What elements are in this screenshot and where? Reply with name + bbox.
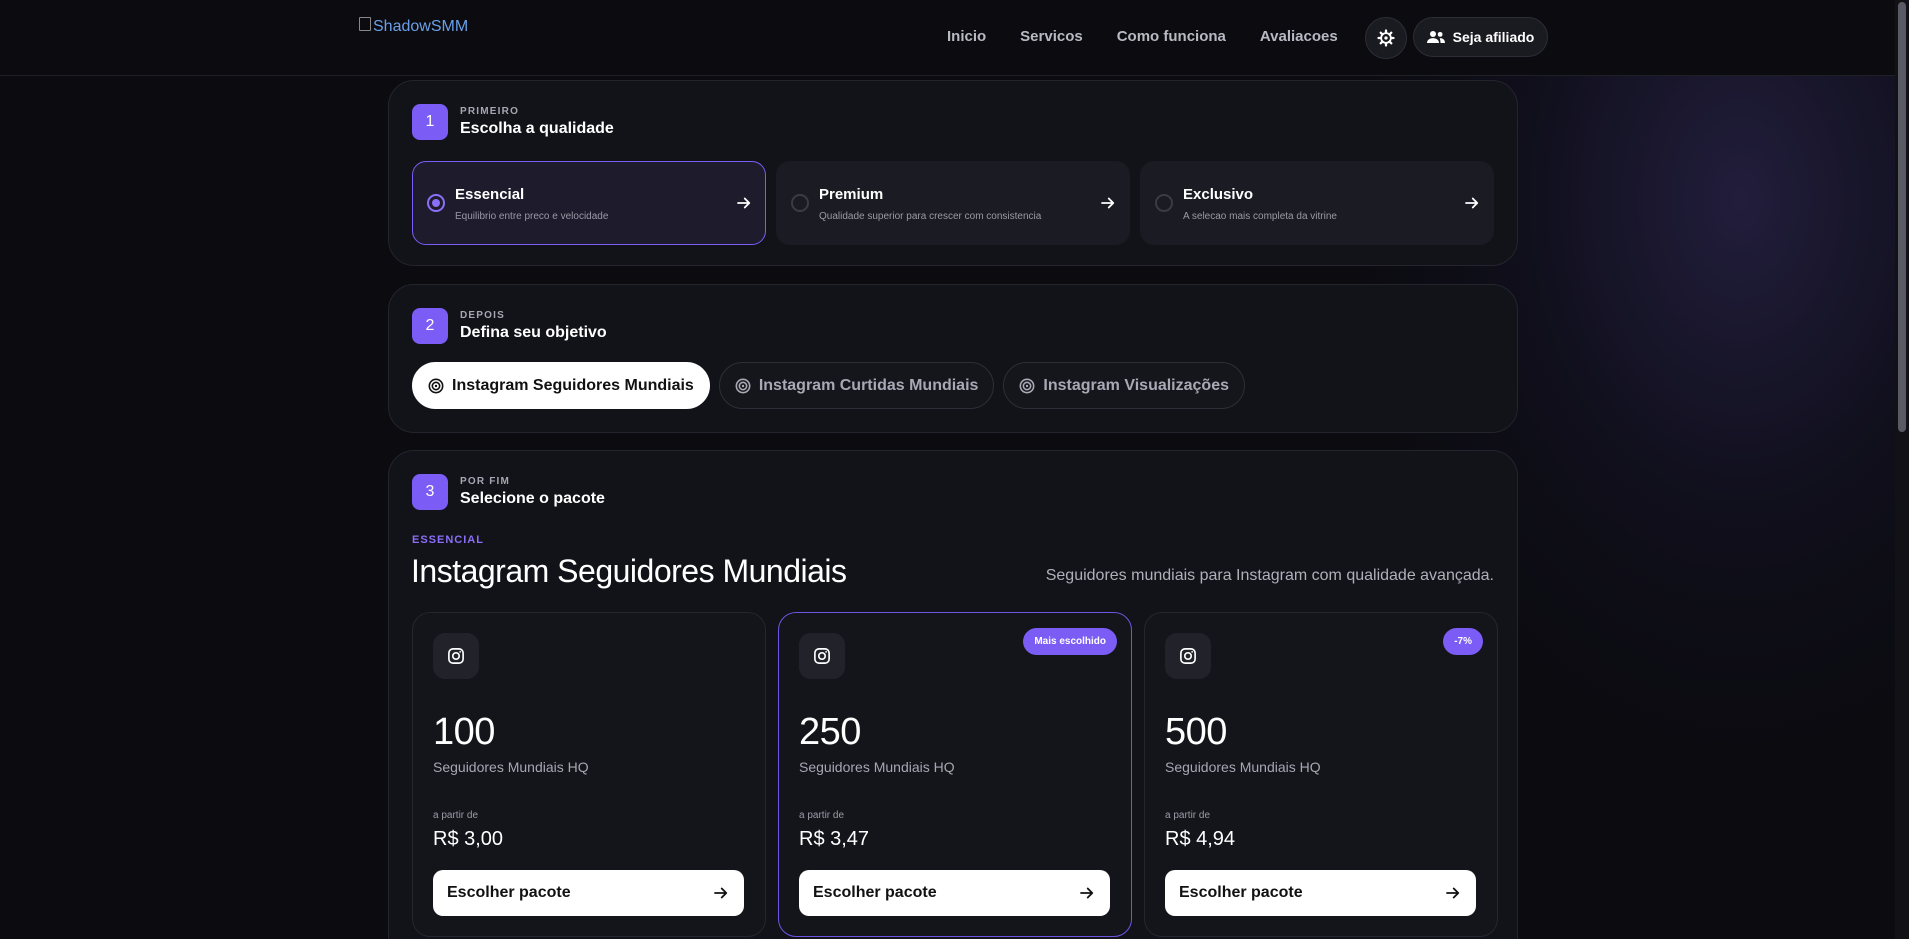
logo[interactable]: ShadowSMM (359, 17, 469, 36)
step-header: 1 PRIMEIRO Escolha a qualidade (412, 104, 614, 140)
arrow-right-icon (714, 887, 728, 899)
nav-link-servicos[interactable]: Servicos (1020, 28, 1083, 45)
page-scrollbar[interactable] (1895, 0, 1909, 939)
target-icon (735, 378, 751, 393)
package-price: R$ 3,47 (799, 828, 870, 850)
quality-tag: ESSENCIAL (412, 534, 484, 546)
gear-icon (1377, 29, 1395, 47)
choose-package-button[interactable]: Escolher pacote (1165, 870, 1476, 916)
quality-desc: Qualidade superior para crescer com cons… (819, 211, 1042, 222)
arrow-right-icon (1101, 197, 1115, 209)
scrollbar-thumb[interactable] (1898, 2, 1906, 432)
package-price: R$ 3,00 (433, 828, 504, 850)
radio-icon (791, 194, 809, 212)
popular-badge: Mais escolhido (1023, 628, 1117, 655)
instagram-icon (433, 633, 479, 679)
quality-desc: A selecao mais completa da vitrine (1183, 211, 1337, 222)
package-quantity: 100 (433, 711, 495, 753)
objective-label: Instagram Curtidas Mundiais (758, 376, 979, 394)
price-prefix: a partir de (799, 810, 845, 821)
objective-label: Instagram Seguidores Mundiais (452, 376, 694, 394)
price-prefix: a partir de (433, 810, 479, 821)
main-nav: Inicio Servicos Como funciona Avaliacoes (947, 28, 1338, 45)
step-header: 2 DEPOIS Defina seu objetivo (412, 308, 607, 344)
price-prefix: a partir de (1165, 810, 1211, 821)
package-price: R$ 4,94 (1165, 828, 1236, 850)
choose-package-button[interactable]: Escolher pacote (433, 870, 744, 916)
step-number: 1 (412, 104, 448, 140)
step-quality-card: 1 PRIMEIRO Escolha a qualidade Essencial… (388, 80, 1518, 266)
nav-link-avaliacoes[interactable]: Avaliacoes (1260, 28, 1338, 45)
quality-option-exclusivo[interactable]: Exclusivo A selecao mais completa da vit… (1140, 161, 1494, 245)
package-label: Seguidores Mundiais HQ (1165, 759, 1321, 775)
nav-link-como-funciona[interactable]: Como funciona (1117, 28, 1226, 45)
objective-seguidores[interactable]: Instagram Seguidores Mundiais (412, 362, 710, 409)
step-number: 2 (412, 308, 448, 344)
target-icon (428, 378, 444, 393)
radio-selected-icon (427, 194, 445, 212)
choose-package-button[interactable]: Escolher pacote (799, 870, 1110, 916)
step-package-card: 3 POR FIM Selecione o pacote ESSENCIAL I… (388, 450, 1518, 939)
quality-options: Essencial Equilibrio entre preco e veloc… (412, 161, 1494, 245)
objective-label: Instagram Visualizações (1043, 376, 1229, 394)
step-title: Selecione o pacote (460, 490, 605, 507)
affiliate-label: Seja afiliado (1452, 29, 1535, 45)
step-kicker: POR FIM (460, 476, 511, 487)
quality-option-premium[interactable]: Premium Qualidade superior para crescer … (776, 161, 1130, 245)
top-header: ShadowSMM Inicio Servicos Como funciona … (0, 0, 1895, 76)
objective-curtidas[interactable]: Instagram Curtidas Mundiais (718, 362, 995, 409)
quality-desc: Equilibrio entre preco e velocidade (455, 211, 609, 222)
target-icon (1019, 378, 1035, 393)
package-quantity: 250 (799, 711, 861, 753)
quality-option-essencial[interactable]: Essencial Equilibrio entre preco e veloc… (412, 161, 766, 245)
arrow-right-icon (1446, 887, 1460, 899)
objective-options: Instagram Seguidores Mundiais Instagram … (412, 362, 1245, 409)
radio-icon (1155, 194, 1173, 212)
button-label: Escolher pacote (1179, 884, 1303, 901)
quality-name: Premium (819, 186, 884, 203)
package-card-100: 100 Seguidores Mundiais HQ a partir de R… (412, 612, 766, 937)
nav-link-inicio[interactable]: Inicio (947, 28, 986, 45)
package-list: 100 Seguidores Mundiais HQ a partir de R… (412, 612, 1498, 937)
quality-name: Essencial (455, 186, 525, 203)
quality-name: Exclusivo (1183, 186, 1254, 203)
step-kicker: PRIMEIRO (460, 106, 520, 117)
step-title: Defina seu objetivo (460, 324, 607, 341)
button-label: Escolher pacote (447, 884, 571, 901)
section-heading: Instagram Seguidores Mundiais (411, 553, 847, 589)
instagram-icon (1165, 633, 1211, 679)
arrow-right-icon (1080, 887, 1094, 899)
package-label: Seguidores Mundiais HQ (799, 759, 955, 775)
package-label: Seguidores Mundiais HQ (433, 759, 589, 775)
affiliate-button[interactable]: Seja afiliado (1413, 17, 1548, 57)
package-card-500: -7% 500 Seguidores Mundiais HQ a partir … (1144, 612, 1498, 937)
arrow-right-icon (737, 197, 751, 209)
theme-toggle-button[interactable] (1365, 17, 1407, 59)
package-card-250: Mais escolhido 250 Seguidores Mundiais H… (778, 612, 1132, 937)
step-header: 3 POR FIM Selecione o pacote (412, 474, 605, 510)
arrow-right-icon (1465, 197, 1479, 209)
section-description: Seguidores mundiais para Instagram com q… (1045, 567, 1494, 584)
button-label: Escolher pacote (813, 884, 937, 901)
step-objective-card: 2 DEPOIS Defina seu objetivo Instagram S… (388, 284, 1518, 433)
step-number: 3 (412, 474, 448, 510)
package-quantity: 500 (1165, 711, 1227, 753)
step-kicker: DEPOIS (460, 310, 505, 321)
broken-image-icon (359, 17, 371, 31)
objective-visualizacoes[interactable]: Instagram Visualizações (1003, 362, 1245, 409)
logo-text: ShadowSMM (373, 18, 469, 35)
step-title: Escolha a qualidade (460, 120, 614, 137)
instagram-icon (799, 633, 845, 679)
users-icon (1426, 31, 1445, 43)
discount-badge: -7% (1443, 628, 1483, 655)
